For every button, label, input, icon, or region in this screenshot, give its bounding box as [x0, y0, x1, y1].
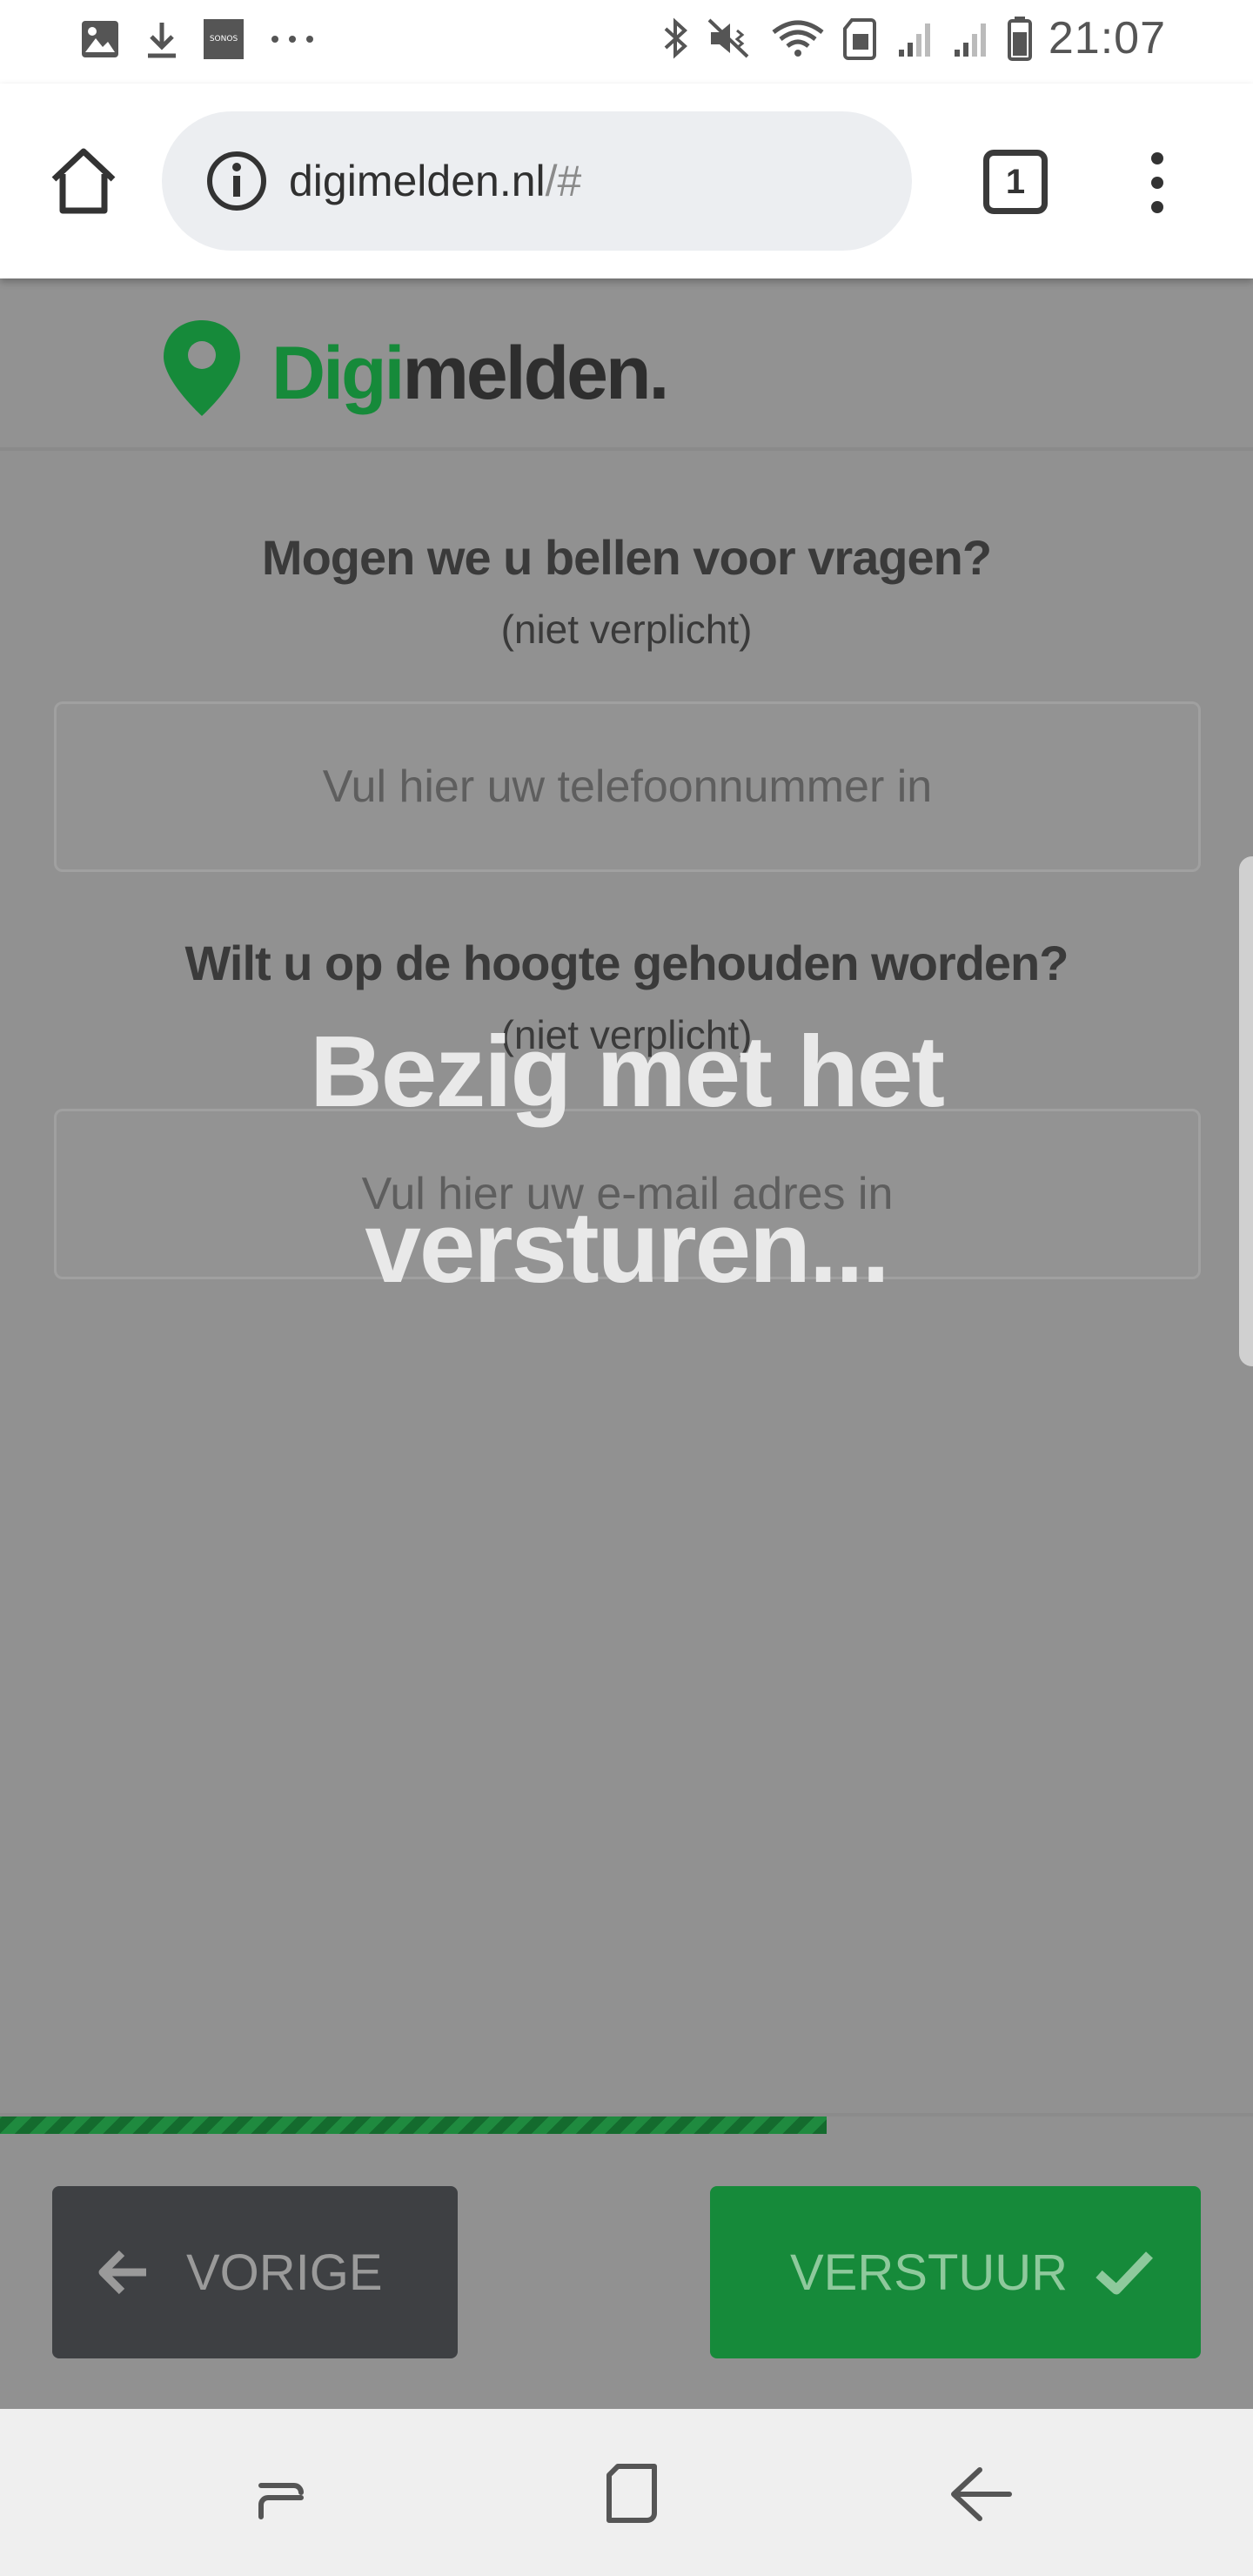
status-bar: SONOS 21:07: [0, 0, 1253, 84]
sending-message-line-1: Bezig met het: [309, 1015, 945, 1128]
sonos-label: SONOS: [209, 35, 238, 44]
menu-icon[interactable]: [1140, 151, 1175, 214]
phone-input-placeholder: Vul hier uw telefoonnummer in: [322, 761, 933, 812]
system-nav-bar: [0, 2409, 1253, 2576]
location-pin-icon: [164, 320, 240, 416]
logo-part-digi: Digi: [271, 332, 405, 415]
send-button-label: VERSTUUR: [790, 2244, 1069, 2301]
recent-apps-icon[interactable]: [242, 2454, 320, 2532]
tab-count: 1: [1005, 162, 1026, 201]
image-icon: [82, 21, 118, 57]
previous-button-label: VORIGE: [186, 2244, 383, 2301]
url-hash: /#: [545, 157, 582, 205]
back-icon[interactable]: [941, 2454, 1020, 2532]
progress-bar-fill: [0, 2116, 828, 2134]
email-question-title: Wilt u op de hoogte gehouden worden?: [184, 936, 1069, 990]
sonos-icon: SONOS: [204, 19, 244, 59]
logo-part-melden: melden.: [402, 332, 669, 415]
home-square-icon[interactable]: [592, 2454, 670, 2532]
address-bar[interactable]: digimelden.nl/#: [162, 111, 912, 251]
battery-icon: [1007, 17, 1032, 61]
mute-vibrate-icon: [707, 18, 749, 58]
wifi-icon: [772, 20, 824, 57]
url-text: digimelden.nl/#: [289, 156, 581, 206]
signal-1-icon: [898, 23, 930, 57]
url-domain: digimelden.nl: [289, 157, 546, 205]
phone-question-title: Mogen we u bellen voor vragen?: [261, 530, 992, 585]
signal-2-icon: [954, 23, 986, 57]
home-icon[interactable]: [47, 144, 120, 218]
previous-button[interactable]: VORIGE: [52, 2186, 458, 2358]
status-time: 21:07: [1048, 13, 1166, 64]
browser-toolbar: digimelden.nl/# 1: [0, 84, 1253, 278]
status-bar-system: 21:07: [660, 12, 1166, 64]
phone-input[interactable]: Vul hier uw telefoonnummer in: [54, 701, 1201, 872]
sim-icon: [842, 18, 876, 60]
info-icon[interactable]: [205, 150, 268, 212]
checkmark-icon: [1096, 2251, 1154, 2295]
scrollbar-handle[interactable]: [1239, 856, 1253, 1366]
more-dots-icon: [271, 36, 313, 43]
arrow-left-icon: [98, 2250, 146, 2295]
progress-bar: [0, 2116, 1253, 2134]
site-header: Digimelden.: [0, 278, 1253, 451]
site-logo[interactable]: Digimelden.: [271, 331, 669, 417]
page-content: Digimelden. Mogen we u bellen voor vrage…: [0, 278, 1253, 2409]
sending-message-line-2: versturen...: [365, 1191, 889, 1304]
bluetooth-icon: [664, 17, 687, 59]
tabs-icon[interactable]: 1: [983, 150, 1048, 214]
status-bar-notifications: SONOS: [80, 19, 317, 59]
download-icon: [148, 23, 176, 58]
phone-question-subtitle: (niet verplicht): [500, 607, 753, 652]
send-button[interactable]: VERSTUUR: [710, 2186, 1201, 2358]
